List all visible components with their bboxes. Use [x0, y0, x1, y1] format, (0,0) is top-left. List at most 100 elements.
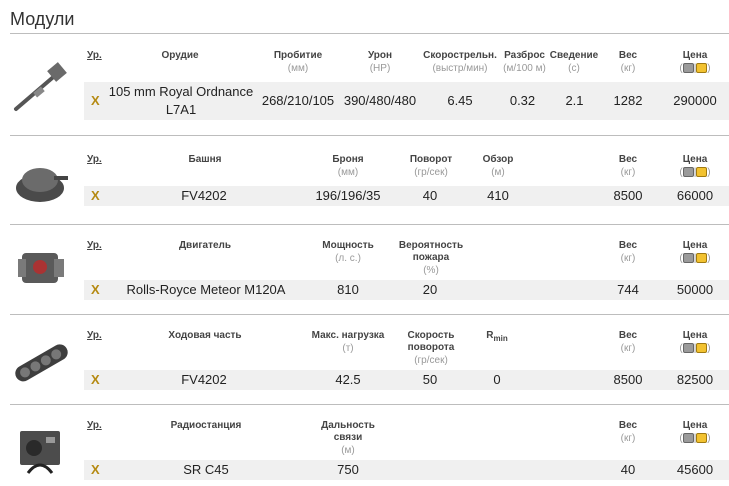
traverse-speed-unit: (гр/сек) [414, 355, 448, 366]
traverse-value: 40 [422, 188, 438, 203]
price-header: Цена [682, 420, 708, 431]
weight-unit: (кг) [620, 253, 636, 264]
radio-module-row[interactable]: X SR C45 750 40 45600 [84, 460, 729, 480]
min-radius-header: Rmin [482, 330, 512, 345]
rate-of-fire-value: 6.45 [447, 93, 473, 108]
engine-icon [18, 253, 64, 283]
power-unit: (л. с.) [335, 253, 361, 264]
gun-icon [14, 62, 67, 111]
weight-header: Вес [618, 50, 638, 61]
silver-coin-icon [682, 343, 694, 354]
divider [10, 314, 729, 315]
turret-module-row[interactable]: X FV4202 196/196/35 40 410 8500 66000 [84, 186, 729, 206]
level-header: Ур. [87, 330, 102, 341]
currency-icons: (|) [679, 433, 711, 444]
level-header: Ур. [87, 240, 102, 251]
price-header: Цена [682, 154, 708, 165]
price-header: Цена [682, 50, 708, 61]
power-header: Мощность [322, 240, 374, 251]
penetration-unit: (мм) [287, 63, 309, 74]
engine-module-row[interactable]: X Rolls-Royce Meteor M120A 810 20 744 50… [84, 280, 729, 300]
silver-coin-icon [682, 433, 694, 444]
gold-coin-icon [696, 63, 708, 74]
power-value: 810 [337, 282, 359, 297]
view-range-unit: (м) [491, 167, 505, 178]
gun-name-line2: L7A1 [165, 102, 197, 117]
gold-coin-icon [696, 343, 708, 354]
weight-header: Вес [618, 330, 638, 341]
price-value: 290000 [673, 93, 717, 108]
level-header: Ур. [87, 154, 102, 165]
gold-coin-icon [696, 253, 708, 264]
fire-chance-header-2: пожара [412, 252, 450, 263]
fire-chance-header-1: Вероятность [398, 240, 464, 251]
weight-header: Вес [618, 154, 638, 165]
silver-coin-icon [682, 253, 694, 264]
currency-icons: (|) [679, 343, 711, 354]
turret-name-header: Башня [188, 154, 222, 165]
tier-value: X [91, 93, 100, 108]
price-value: 82500 [676, 372, 714, 387]
weight-value: 744 [617, 282, 639, 297]
suspension-module-row[interactable]: X FV4202 42.5 50 0 8500 82500 [84, 370, 729, 390]
tier-value: X [91, 188, 100, 203]
dispersion-unit: (м/100 м) [503, 63, 546, 74]
penetration-value: 268/210/105 [261, 93, 335, 108]
tier-value: X [91, 372, 100, 387]
traverse-speed-header-1: Скорость [407, 330, 455, 341]
engine-name: Rolls-Royce Meteor M120A [126, 282, 286, 297]
divider [10, 224, 729, 225]
radio-name: SR C45 [183, 462, 229, 477]
rate-of-fire-unit: (выстр/мин) [432, 63, 488, 74]
max-load-header: Макс. нагрузка [311, 330, 385, 341]
damage-header: Урон [367, 50, 393, 61]
max-load-unit: (т) [342, 343, 354, 354]
turret-icon [16, 168, 68, 202]
traverse-speed-header-2: поворота [407, 342, 455, 353]
suspension-icon [15, 344, 68, 382]
level-header: Ур. [87, 50, 102, 61]
weight-value: 1282 [613, 93, 643, 108]
damage-value: 390/480/480 [343, 93, 417, 108]
weight-unit: (кг) [620, 433, 636, 444]
weight-header: Вес [618, 240, 638, 251]
turret-name: FV4202 [181, 188, 227, 203]
dispersion-value: 0.32 [509, 93, 536, 108]
view-range-value: 410 [487, 188, 509, 203]
rate-of-fire-header: Скорострельн. [423, 50, 497, 61]
dispersion-header: Разброс [504, 50, 545, 61]
signal-range-unit: (м) [341, 445, 355, 456]
aim-time-unit: (с) [568, 63, 580, 74]
radio-name-header: Радиостанция [170, 420, 242, 431]
suspension-name-header: Ходовая часть [168, 330, 242, 341]
divider [10, 135, 729, 136]
radio-icon [20, 431, 60, 474]
suspension-name: FV4202 [181, 372, 227, 387]
weight-header: Вес [618, 420, 638, 431]
divider [10, 404, 729, 405]
gun-name-header: Орудие [161, 50, 199, 61]
min-radius-subscript: min [493, 334, 508, 343]
currency-icons: (|) [679, 63, 711, 74]
price-value: 45600 [676, 462, 714, 477]
price-header: Цена [682, 330, 708, 341]
gold-coin-icon [696, 433, 708, 444]
aim-time-value: 2.1 [565, 93, 584, 108]
min-radius-value: 0 [493, 372, 501, 387]
weight-value: 8500 [613, 188, 643, 203]
currency-icons: (|) [679, 167, 711, 178]
weight-value: 40 [620, 462, 636, 477]
weight-unit: (кг) [620, 167, 636, 178]
max-load-value: 42.5 [335, 372, 361, 387]
gold-coin-icon [696, 167, 708, 178]
gun-name-line1: 105 mm Royal Ordnance [108, 84, 254, 99]
signal-range-header-2: связи [333, 432, 363, 443]
gun-module-row[interactable]: X 105 mm Royal Ordnance L7A1 268/210/105… [84, 82, 729, 120]
min-radius-letter: R [486, 330, 494, 341]
traverse-speed-value: 50 [422, 372, 438, 387]
signal-range-header-1: Дальность [321, 420, 375, 431]
price-header: Цена [682, 240, 708, 251]
tier-value: X [91, 282, 100, 297]
weight-unit: (кг) [620, 343, 636, 354]
armor-value: 196/196/35 [315, 188, 381, 203]
